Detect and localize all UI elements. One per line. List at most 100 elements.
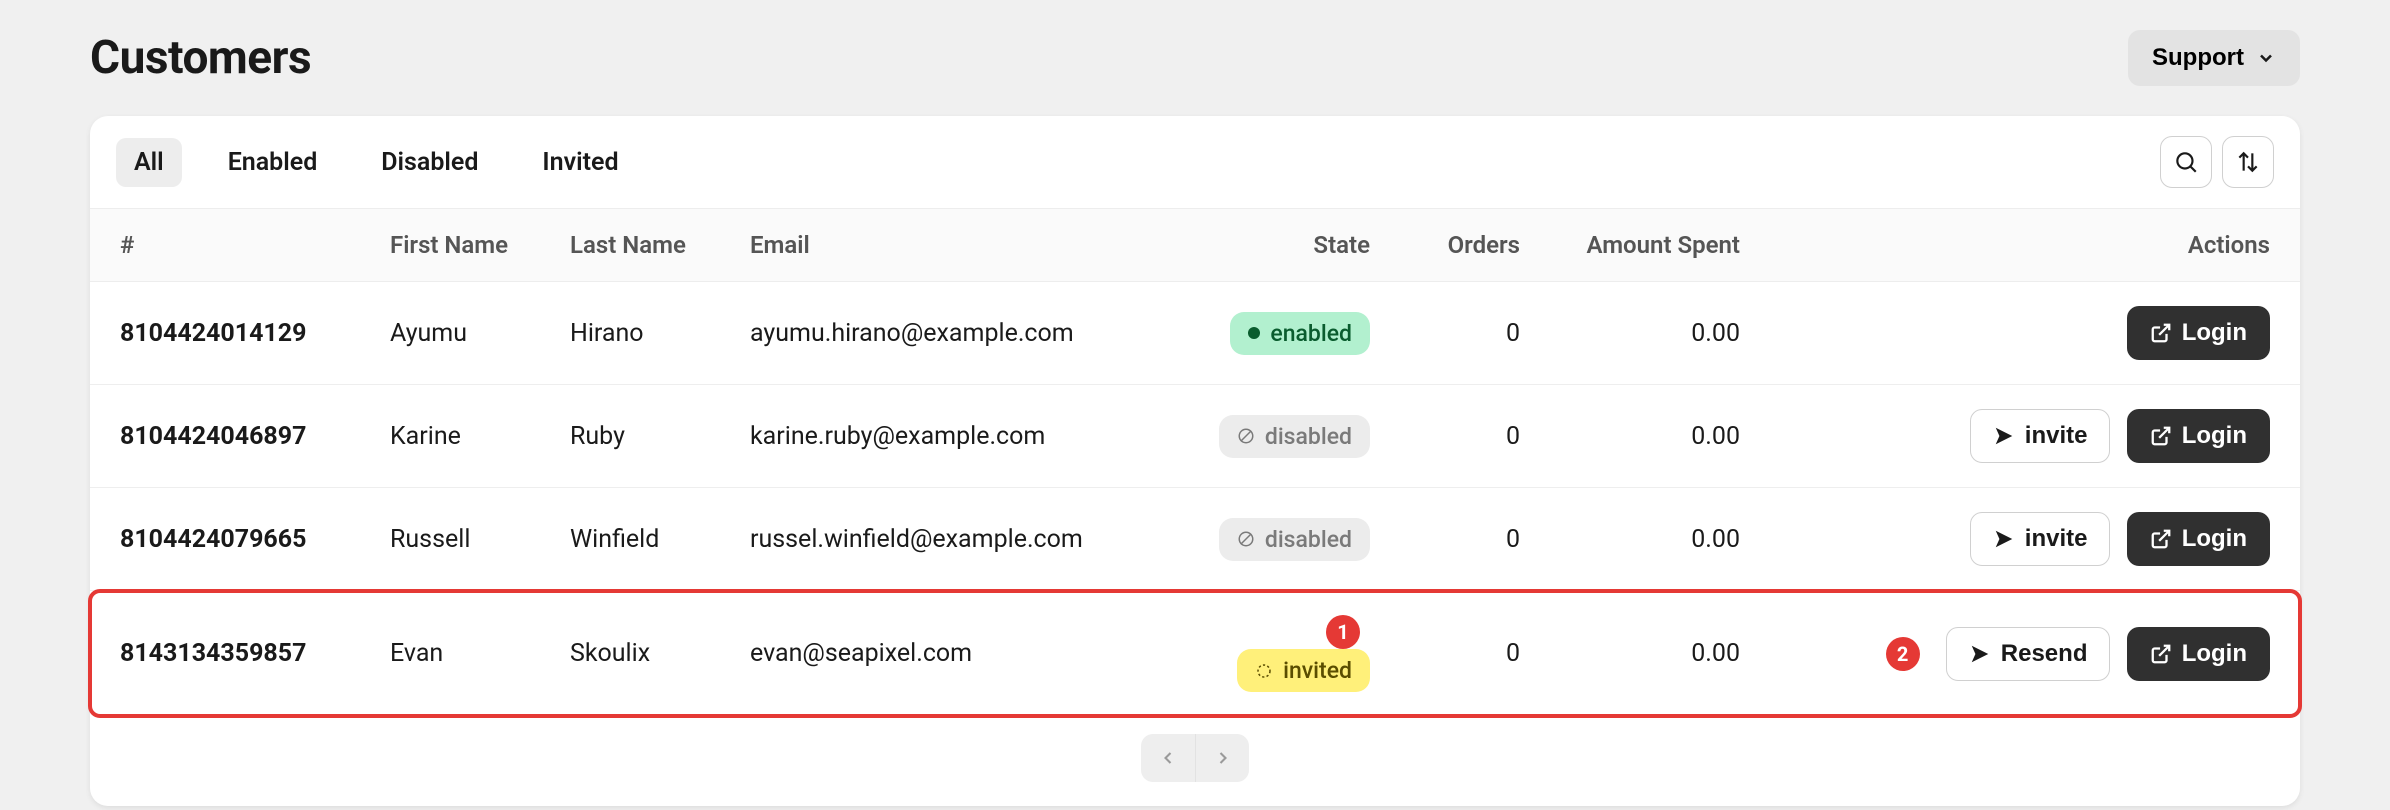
sort-button[interactable] [2222,136,2274,188]
cell-first-name: Karine [370,385,550,488]
cell-last-name: Ruby [550,385,730,488]
status-badge-enabled: enabled [1230,312,1370,355]
cell-state: disabled [1190,385,1390,488]
invite-label: invite [2025,525,2088,553]
dot-icon [1248,327,1260,339]
login-label: Login [2182,525,2247,553]
callout-badge-2: 2 [1886,637,1920,671]
cell-actions: 2 Resend Login [1760,591,2300,717]
tab-invited[interactable]: Invited [524,138,636,187]
cell-amount: 0.00 [1540,282,1760,385]
login-label: Login [2182,422,2247,450]
cell-first-name: Ayumu [370,282,550,385]
cell-id: 8104424079665 [90,488,370,591]
cell-last-name: Hirano [550,282,730,385]
pending-icon [1255,662,1273,680]
badge-label: invited [1283,657,1352,684]
block-icon [1237,427,1255,445]
chevron-left-icon [1158,748,1178,768]
send-icon [1993,528,2015,550]
col-id: # [90,209,370,282]
cell-amount: 0.00 [1540,488,1760,591]
cell-first-name: Russell [370,488,550,591]
external-link-icon [2150,643,2172,665]
cell-last-name: Skoulix [550,591,730,717]
login-button[interactable]: Login [2127,512,2270,566]
customers-card: All Enabled Disabled Invited # First Nam… [90,116,2300,806]
cell-amount: 0.00 [1540,591,1760,717]
badge-label: enabled [1270,320,1352,347]
invite-label: invite [2025,422,2088,450]
chevron-right-icon [1213,748,1233,768]
resend-button[interactable]: Resend [1946,627,2111,681]
cell-orders: 0 [1390,591,1540,717]
login-label: Login [2182,319,2247,347]
invite-button[interactable]: invite [1970,409,2111,463]
login-button[interactable]: Login [2127,409,2270,463]
status-badge-invited: invited [1237,649,1370,692]
cell-email: evan@seapixel.com [730,591,1190,717]
invite-button[interactable]: invite [1970,512,2111,566]
chevron-down-icon [2256,48,2276,68]
toolbar: All Enabled Disabled Invited [90,116,2300,208]
login-button[interactable]: Login [2127,627,2270,681]
cell-state: enabled [1190,282,1390,385]
resend-label: Resend [2001,640,2088,668]
col-last-name: Last Name [550,209,730,282]
cell-orders: 0 [1390,282,1540,385]
table-row[interactable]: 8104424014129 Ayumu Hirano ayumu.hirano@… [90,282,2300,385]
cell-id: 8104424014129 [90,282,370,385]
search-icon [2173,149,2199,175]
tab-all[interactable]: All [116,138,182,187]
cell-actions: Login [1760,282,2300,385]
tab-disabled[interactable]: Disabled [363,138,496,187]
cell-actions: invite Login [1760,488,2300,591]
col-first-name: First Name [370,209,550,282]
login-label: Login [2182,640,2247,668]
cell-orders: 0 [1390,488,1540,591]
toolbar-actions [2160,136,2274,188]
external-link-icon [2150,528,2172,550]
send-icon [1969,643,1991,665]
cell-actions: invite Login [1760,385,2300,488]
external-link-icon [2150,322,2172,344]
page-header: Customers Support [90,30,2300,86]
tab-enabled[interactable]: Enabled [210,138,336,187]
status-badge-disabled: disabled [1219,415,1370,458]
pager-next[interactable] [1195,734,1249,782]
col-state: State [1190,209,1390,282]
cell-first-name: Evan [370,591,550,717]
page-title: Customers [90,31,311,85]
pagination [90,716,2300,806]
cell-email: ayumu.hirano@example.com [730,282,1190,385]
support-label: Support [2152,44,2244,72]
pager-prev[interactable] [1141,734,1195,782]
cell-state: disabled [1190,488,1390,591]
cell-orders: 0 [1390,385,1540,488]
send-icon [1993,425,2015,447]
login-button[interactable]: Login [2127,306,2270,360]
badge-label: disabled [1265,526,1352,553]
tabs: All Enabled Disabled Invited [116,138,637,187]
sort-icon [2235,149,2261,175]
cell-email: russel.winfield@example.com [730,488,1190,591]
cell-amount: 0.00 [1540,385,1760,488]
cell-email: karine.ruby@example.com [730,385,1190,488]
cell-id: 8104424046897 [90,385,370,488]
table-row-highlighted[interactable]: 8143134359857 Evan Skoulix evan@seapixel… [90,591,2300,717]
block-icon [1237,530,1255,548]
search-button[interactable] [2160,136,2212,188]
external-link-icon [2150,425,2172,447]
callout-badge-1: 1 [1326,615,1360,649]
cell-last-name: Winfield [550,488,730,591]
cell-state: 1 invited [1190,591,1390,717]
col-amount-spent: Amount Spent [1540,209,1760,282]
col-orders: Orders [1390,209,1540,282]
customers-table: # First Name Last Name Email State Order… [90,208,2300,716]
table-row[interactable]: 8104424079665 Russell Winfield russel.wi… [90,488,2300,591]
pager-group [1141,734,1249,782]
table-header-row: # First Name Last Name Email State Order… [90,209,2300,282]
col-email: Email [730,209,1190,282]
support-button[interactable]: Support [2128,30,2300,86]
table-row[interactable]: 8104424046897 Karine Ruby karine.ruby@ex… [90,385,2300,488]
